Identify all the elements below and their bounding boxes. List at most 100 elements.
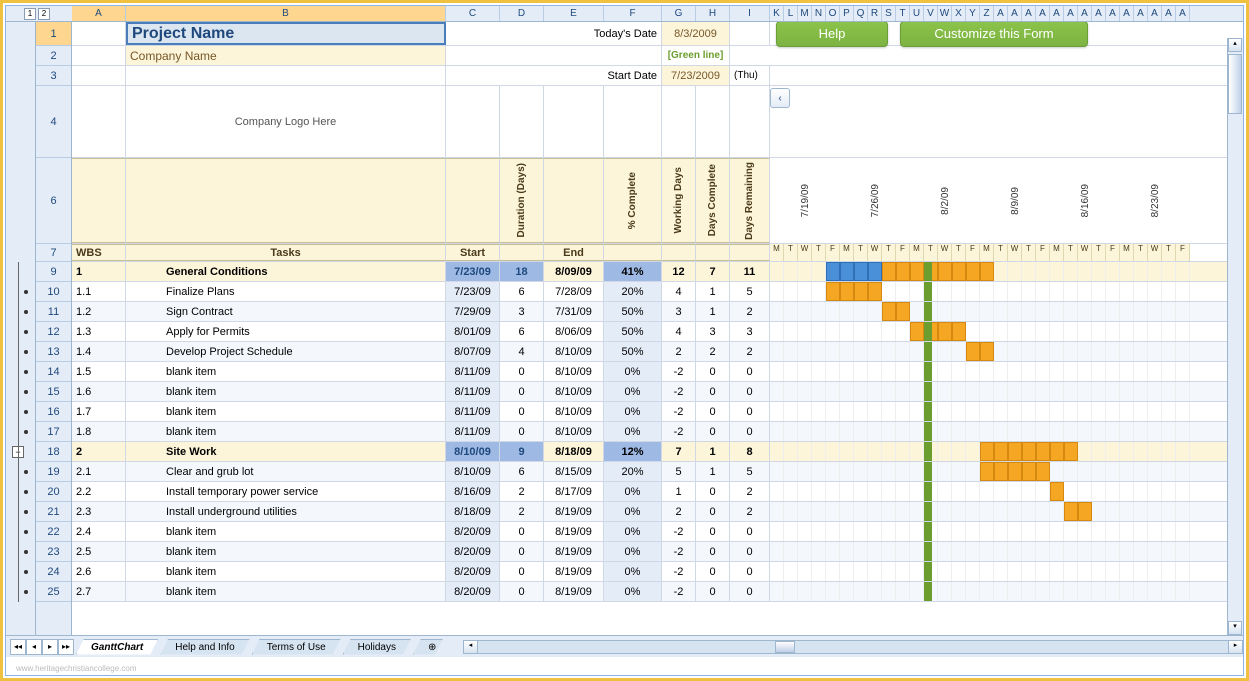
duration-cell[interactable]: 0	[500, 522, 544, 541]
col-header-gantt-3[interactable]: N	[812, 6, 826, 21]
task-name-cell[interactable]: blank item	[126, 562, 446, 581]
days-complete-cell[interactable]: 0	[696, 422, 730, 441]
days-remaining-cell[interactable]: 11	[730, 262, 770, 281]
days-remaining-cell[interactable]: 8	[730, 442, 770, 461]
row-number-7[interactable]: 7	[36, 244, 71, 262]
days-complete-cell[interactable]: 0	[696, 382, 730, 401]
percent-cell[interactable]: 0%	[604, 522, 662, 541]
col-header-gantt-18[interactable]: A	[1022, 6, 1036, 21]
days-remaining-cell[interactable]: 0	[730, 362, 770, 381]
start-date-cell[interactable]: 7/23/09	[446, 282, 500, 301]
task-row[interactable]: 2.5 blank item 8/20/09 0 8/19/09 0% -2 0…	[72, 542, 1243, 562]
sheet-tab-ganttchart[interactable]: GanttChart	[76, 639, 158, 655]
working-days-cell[interactable]: 2	[662, 342, 696, 361]
col-header-gantt-4[interactable]: O	[826, 6, 840, 21]
end-date-cell[interactable]: 8/19/09	[544, 522, 604, 541]
col-header-B[interactable]: B	[126, 6, 446, 21]
end-date-cell[interactable]: 8/17/09	[544, 482, 604, 501]
end-date-cell[interactable]: 8/10/09	[544, 382, 604, 401]
col-header-gantt-17[interactable]: A	[1008, 6, 1022, 21]
sheet-tab-holidays[interactable]: Holidays	[343, 639, 411, 655]
project-name-cell[interactable]: Project Name	[126, 22, 446, 45]
row-number-12[interactable]: 12	[36, 322, 71, 342]
col-header-gantt-5[interactable]: P	[840, 6, 854, 21]
working-days-cell[interactable]: -2	[662, 362, 696, 381]
col-header-gantt-19[interactable]: A	[1036, 6, 1050, 21]
row-number-14[interactable]: 14	[36, 362, 71, 382]
task-row[interactable]: 1.3 Apply for Permits 8/01/09 6 8/06/09 …	[72, 322, 1243, 342]
working-days-cell[interactable]: 12	[662, 262, 696, 281]
col-header-gantt-27[interactable]: A	[1148, 6, 1162, 21]
col-header-gantt-7[interactable]: R	[868, 6, 882, 21]
sheet-tab-help-and-info[interactable]: Help and Info	[160, 639, 250, 655]
days-complete-cell[interactable]: 0	[696, 482, 730, 501]
end-date-cell[interactable]: 8/10/09	[544, 422, 604, 441]
days-remaining-cell[interactable]: 0	[730, 402, 770, 421]
start-date-cell[interactable]: 8/20/09	[446, 582, 500, 601]
end-date-cell[interactable]: 8/15/09	[544, 462, 604, 481]
duration-cell[interactable]: 6	[500, 322, 544, 341]
days-remaining-cell[interactable]: 5	[730, 282, 770, 301]
percent-cell[interactable]: 0%	[604, 542, 662, 561]
days-remaining-cell[interactable]: 0	[730, 422, 770, 441]
task-name-cell[interactable]: blank item	[126, 542, 446, 561]
row-number-9[interactable]: 9	[36, 262, 71, 282]
tab-nav-first[interactable]: ◂◂	[10, 639, 26, 655]
days-remaining-cell[interactable]: 2	[730, 502, 770, 521]
days-remaining-cell[interactable]: 2	[730, 302, 770, 321]
start-date-cell[interactable]: 8/20/09	[446, 522, 500, 541]
days-complete-cell[interactable]: 0	[696, 502, 730, 521]
task-row[interactable]: 1.1 Finalize Plans 7/23/09 6 7/28/09 20%…	[72, 282, 1243, 302]
days-complete-cell[interactable]: 0	[696, 542, 730, 561]
task-name-cell[interactable]: Install temporary power service	[126, 482, 446, 501]
start-date-cell[interactable]: 8/20/09	[446, 542, 500, 561]
col-header-gantt-15[interactable]: Z	[980, 6, 994, 21]
wbs-cell[interactable]: 1.2	[72, 302, 126, 321]
working-days-cell[interactable]: 4	[662, 282, 696, 301]
wbs-cell[interactable]: 1.8	[72, 422, 126, 441]
working-days-cell[interactable]: 1	[662, 482, 696, 501]
working-days-cell[interactable]: -2	[662, 382, 696, 401]
duration-cell[interactable]: 2	[500, 482, 544, 501]
wbs-cell[interactable]: 2.7	[72, 582, 126, 601]
tab-nav-prev[interactable]: ◂	[26, 639, 42, 655]
start-date-cell[interactable]: 8/10/09	[446, 462, 500, 481]
duration-cell[interactable]: 6	[500, 282, 544, 301]
row-number-2[interactable]: 2	[36, 46, 71, 66]
task-name-cell[interactable]: Apply for Permits	[126, 322, 446, 341]
task-row[interactable]: 2.6 blank item 8/20/09 0 8/19/09 0% -2 0…	[72, 562, 1243, 582]
percent-cell[interactable]: 41%	[604, 262, 662, 281]
task-row[interactable]: 1.4 Develop Project Schedule 8/07/09 4 8…	[72, 342, 1243, 362]
row-number-4[interactable]: 4	[36, 86, 71, 158]
col-header-gantt-29[interactable]: A	[1176, 6, 1190, 21]
row-number-22[interactable]: 22	[36, 522, 71, 542]
task-name-cell[interactable]: blank item	[126, 522, 446, 541]
wbs-cell[interactable]: 2.6	[72, 562, 126, 581]
percent-cell[interactable]: 0%	[604, 382, 662, 401]
col-header-E[interactable]: E	[544, 6, 604, 21]
wbs-cell[interactable]: 1.1	[72, 282, 126, 301]
new-sheet-tab[interactable]: ⊕	[413, 639, 443, 655]
col-header-gantt-28[interactable]: A	[1162, 6, 1176, 21]
task-name-cell[interactable]: General Conditions	[126, 262, 446, 281]
days-complete-cell[interactable]: 0	[696, 522, 730, 541]
task-row[interactable]: 1 General Conditions 7/23/09 18 8/09/09 …	[72, 262, 1243, 282]
col-header-gantt-25[interactable]: A	[1120, 6, 1134, 21]
task-name-cell[interactable]: Finalize Plans	[126, 282, 446, 301]
days-remaining-cell[interactable]: 0	[730, 522, 770, 541]
task-name-cell[interactable]: Site Work	[126, 442, 446, 461]
customize-button[interactable]: Customize this Form	[900, 22, 1088, 47]
tab-nav-last[interactable]: ▸▸	[58, 639, 74, 655]
percent-cell[interactable]: 0%	[604, 362, 662, 381]
company-name-cell[interactable]: Company Name	[126, 46, 446, 65]
task-row[interactable]: 2.3 Install underground utilities 8/18/0…	[72, 502, 1243, 522]
working-days-cell[interactable]: 5	[662, 462, 696, 481]
col-header-I[interactable]: I	[730, 6, 770, 21]
duration-cell[interactable]: 0	[500, 402, 544, 421]
task-name-cell[interactable]: Install underground utilities	[126, 502, 446, 521]
wbs-cell[interactable]: 1	[72, 262, 126, 281]
days-complete-cell[interactable]: 0	[696, 582, 730, 601]
wbs-cell[interactable]: 1.3	[72, 322, 126, 341]
working-days-cell[interactable]: 2	[662, 502, 696, 521]
task-row[interactable]: 1.8 blank item 8/11/09 0 8/10/09 0% -2 0…	[72, 422, 1243, 442]
